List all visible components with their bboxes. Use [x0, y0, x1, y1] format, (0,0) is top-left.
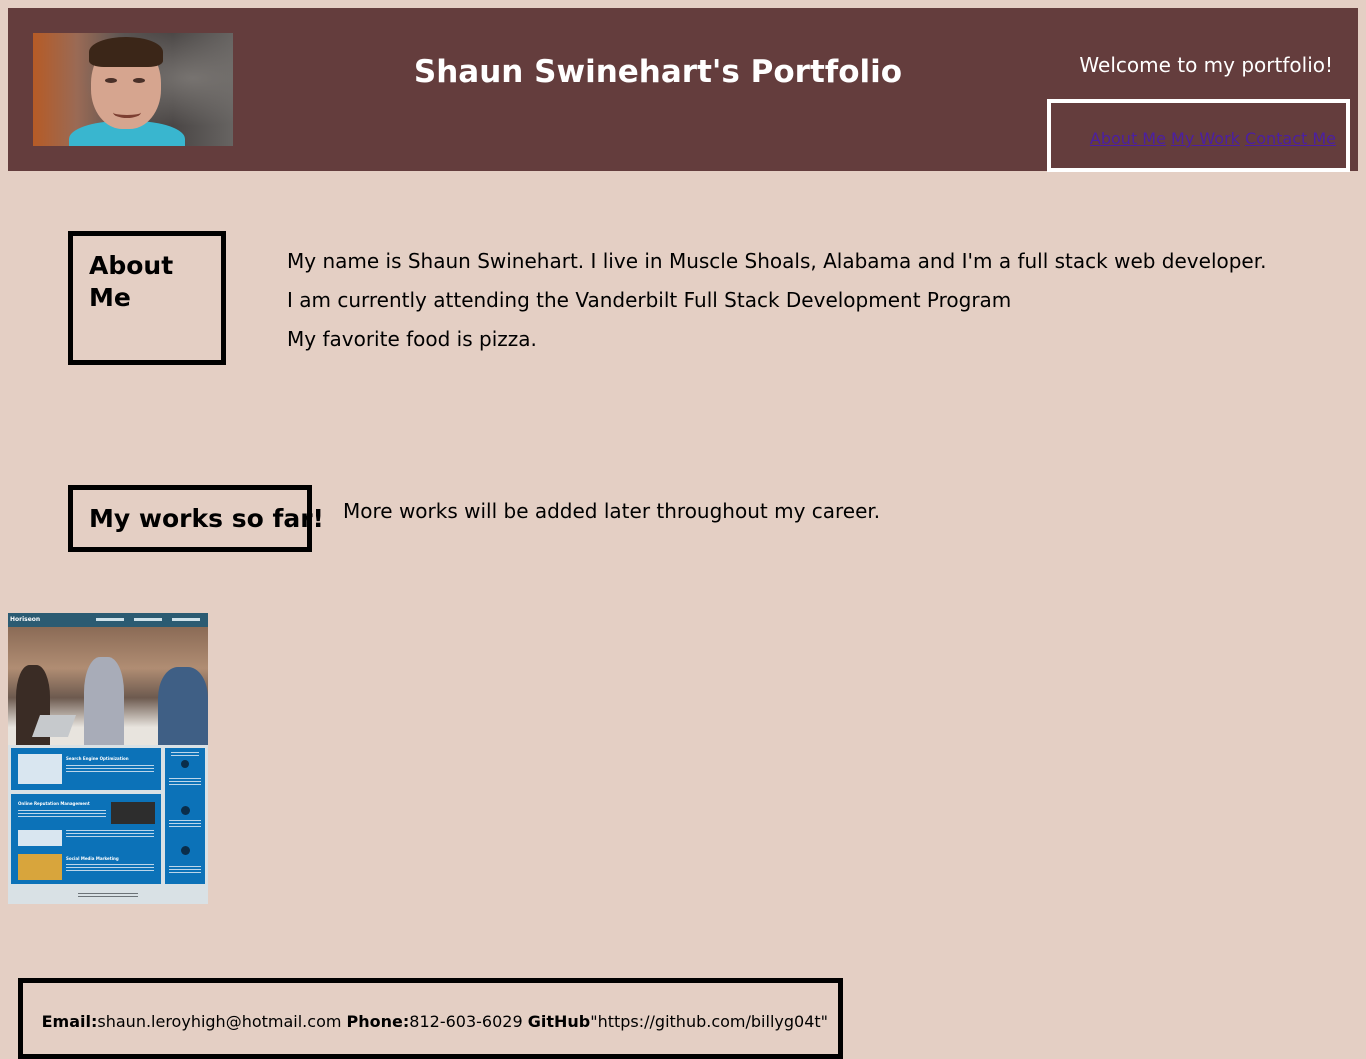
photo-hair [89, 37, 163, 67]
thumbnail-brand: Horiseon [10, 616, 41, 623]
photo-smile [113, 107, 141, 118]
thumbnail-sidebar-text [169, 820, 201, 828]
thumbnail-reputation-image [111, 802, 155, 824]
contact-info: Email:shaun.leroyhigh@hotmail.com Phone:… [42, 1011, 828, 1033]
phone-value: 812-603-6029 [409, 1012, 523, 1031]
thumbnail-sidebar-text [169, 778, 201, 786]
works-note: More works will be added later throughou… [343, 499, 881, 523]
works-heading: My works so far! [89, 504, 324, 533]
photo-right-eye [133, 78, 145, 83]
thumbnail-sidebar-text [169, 866, 201, 874]
about-line-food: My favorite food is pizza. [287, 327, 537, 351]
thumbnail-social-text [66, 864, 154, 872]
phone-label: Phone: [346, 1012, 410, 1031]
thumbnail-reputation-title: Online Reputation Management [18, 801, 90, 806]
thumbnail-seo-section: Search Engine Optimization [11, 748, 161, 790]
thumbnail-reputation-section: Online Reputation Management Social Medi… [11, 794, 161, 884]
thumbnail-lead-icon [181, 760, 189, 768]
contact-box: Email:shaun.leroyhigh@hotmail.com Phone:… [18, 978, 843, 1059]
thumbnail-social-image [18, 854, 62, 880]
thumbnail-reputation-text [18, 810, 106, 818]
thumbnail-reputation-text [66, 830, 154, 838]
thumbnail-sidebar [165, 748, 205, 884]
thumbnail-brand-icon [181, 806, 190, 815]
thumbnail-seo-text [66, 765, 154, 773]
nav-link-my-work[interactable]: My Work [1171, 129, 1240, 148]
nav-links: About Me My Work Contact Me [1090, 129, 1336, 149]
thumbnail-reputation-image [18, 830, 62, 846]
about-heading: About Me [89, 251, 174, 312]
thumbnail-sidebar-text [171, 752, 199, 756]
about-heading-box: About Me [68, 231, 226, 365]
thumbnail-laptop [31, 715, 77, 737]
about-line-name: My name is Shaun Swinehart. I live in Mu… [287, 249, 1267, 273]
works-heading-box: My works so far! [68, 485, 324, 552]
profile-photo [33, 33, 233, 146]
nav-link-about-me[interactable]: About Me [1090, 129, 1166, 148]
thumbnail-hero-photo [8, 627, 208, 745]
thumbnail-person [84, 657, 124, 745]
thumbnail-seo-image [18, 754, 62, 784]
site-header: Shaun Swinehart's Portfolio Welcome to m… [8, 8, 1358, 172]
thumbnail-footer [78, 893, 138, 898]
email-value: shaun.leroyhigh@hotmail.com [97, 1012, 342, 1031]
welcome-message: Welcome to my portfolio! [1079, 53, 1333, 77]
nav-link-contact-me[interactable]: Contact Me [1245, 129, 1336, 148]
github-value: "https://github.com/billyg04t" [590, 1012, 828, 1031]
thumbnail-person [158, 667, 208, 745]
github-label: GitHub [527, 1012, 591, 1031]
main-navigation: About Me My Work Contact Me [1047, 99, 1350, 172]
about-line-program: I am currently attending the Vanderbilt … [287, 288, 1012, 312]
photo-left-eye [105, 78, 117, 83]
email-label: Email: [41, 1012, 98, 1031]
thumbnail-seo-title: Search Engine Optimization [66, 756, 129, 761]
site-title: Shaun Swinehart's Portfolio [413, 54, 903, 90]
thumbnail-cost-icon [181, 846, 190, 855]
work-thumbnail-horiseon[interactable]: Horiseon Search Engine Optimization Onli… [8, 613, 208, 904]
thumbnail-social-title: Social Media Marketing [66, 856, 119, 861]
about-description: My name is Shaun Swinehart. I live in Mu… [287, 242, 1266, 359]
thumbnail-nav [96, 618, 204, 621]
